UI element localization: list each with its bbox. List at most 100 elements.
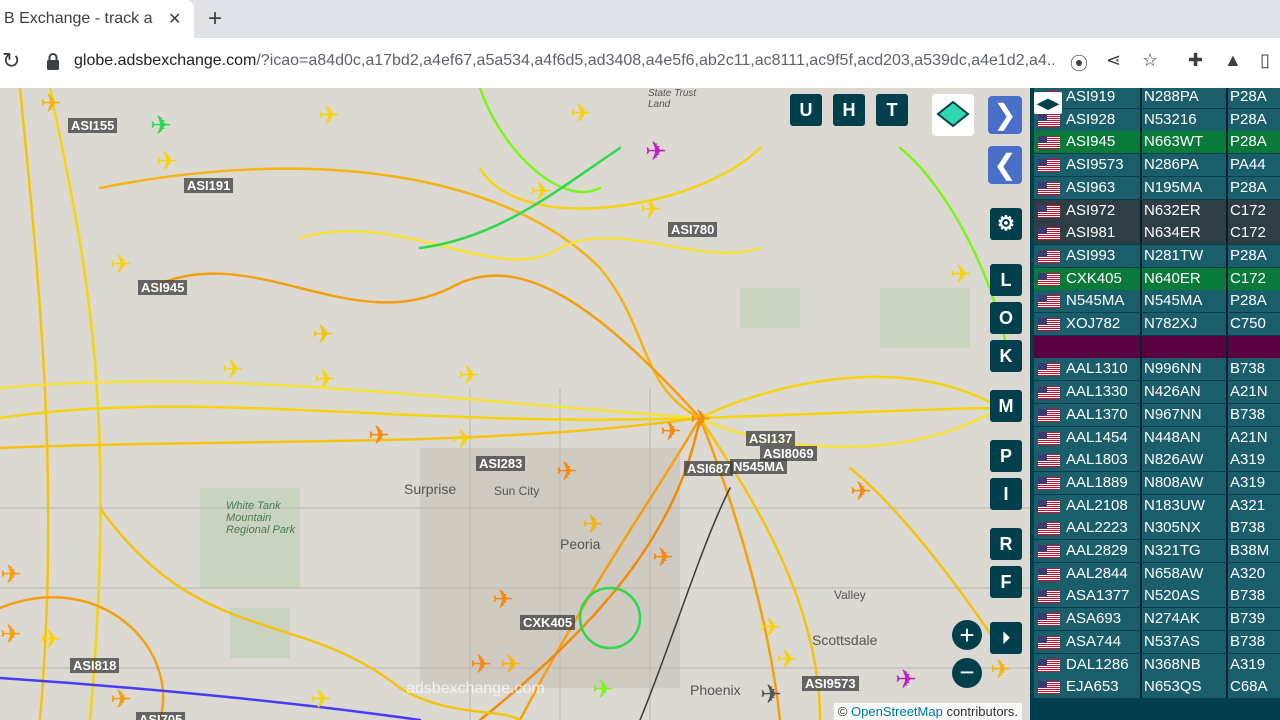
table-row[interactable]: ASI981 N634ER C172 — [1034, 222, 1280, 245]
share-icon[interactable]: ⋖ — [1106, 50, 1121, 71]
cell-type: A21N — [1230, 383, 1268, 401]
svg-text:✈: ✈ — [760, 613, 782, 643]
reload-icon[interactable]: ↻ — [2, 48, 20, 74]
table-row[interactable]: AAL1370 N967NN B738 — [1034, 403, 1280, 426]
cell-callsign: ASI972 — [1066, 201, 1116, 219]
aircraft-label[interactable]: ASI705 — [136, 712, 186, 720]
table-row[interactable]: DAL1286 N368NB A319 — [1034, 653, 1280, 676]
place-label: State Trust Land — [648, 88, 697, 110]
side-panel-icon[interactable]: ▯ — [1260, 50, 1270, 71]
table-row[interactable]: ASI9573 N286PA PA44 — [1034, 154, 1280, 177]
table-row[interactable]: ASI945 N663WT P28A — [1034, 131, 1280, 154]
button-i[interactable]: I — [990, 478, 1022, 510]
osm-link[interactable]: OpenStreetMap — [851, 704, 943, 719]
layers-button[interactable] — [932, 94, 974, 136]
button-m[interactable]: M — [990, 390, 1022, 422]
cell-reg: N274AK — [1144, 610, 1200, 628]
table-row[interactable]: AAL1330 N426AN A21N — [1034, 381, 1280, 404]
us-flag-icon — [1038, 249, 1060, 263]
table-row[interactable]: ASI972 N632ER C172 — [1034, 199, 1280, 222]
table-row[interactable]: EJA653 N653QS C68A — [1034, 676, 1280, 699]
zoom-out-button[interactable]: − — [952, 658, 982, 688]
table-row[interactable]: AAL2108 N183UW A321 — [1034, 494, 1280, 517]
table-row[interactable]: AAL2223 N305NX B738 — [1034, 517, 1280, 540]
chevron-right-icon[interactable]: ❯ — [988, 96, 1022, 134]
table-row[interactable]: AAL2829 N321TG B38M — [1034, 540, 1280, 562]
column-divider — [1140, 494, 1142, 517]
aircraft-label[interactable]: ASI283 — [476, 456, 526, 471]
lock-icon[interactable] — [44, 51, 62, 73]
address-bar[interactable]: globe.adsbexchange.com/?icao=a84d0c,a17b… — [74, 52, 1054, 70]
resize-handle-icon[interactable]: ◀▶ — [1034, 92, 1062, 114]
cell-callsign: EJA653 — [1066, 678, 1119, 696]
table-row[interactable]: AAL2844 N658AW A320 — [1034, 562, 1280, 585]
flight-map[interactable]: ✈ ✈ ✈ ✈ ✈ ✈ ✈ ✈ ✈ ✈ ✈ ✈ ✈ ✈ ✈ ✈ ✈ ✈ ✈ ✈ … — [0, 88, 1030, 720]
column-divider — [1226, 630, 1228, 653]
table-row[interactable]: CXK405 N640ER C172 — [1034, 267, 1280, 290]
button-o[interactable]: O — [990, 302, 1022, 334]
table-row[interactable]: ASA744 N537AS B738 — [1034, 630, 1280, 653]
table-row[interactable]: ASA1377 N520AS B738 — [1034, 585, 1280, 608]
table-row[interactable]: ASI993 N281TW P28A — [1034, 244, 1280, 267]
button-r[interactable]: R — [990, 528, 1022, 560]
column-divider — [1226, 403, 1228, 426]
table-row[interactable]: N545MA N545MA P28A — [1034, 290, 1280, 313]
table-row[interactable]: AAL1889 N808AW A319 — [1034, 471, 1280, 494]
button-k[interactable]: K — [990, 340, 1022, 372]
button-t[interactable]: T — [876, 94, 908, 126]
aircraft-label[interactable]: ASI9573 — [802, 676, 859, 691]
svg-text:✈: ✈ — [492, 585, 514, 615]
column-divider — [1226, 517, 1228, 540]
settings-gear-icon[interactable]: ⚙ — [990, 208, 1022, 240]
button-p[interactable]: P — [990, 440, 1022, 472]
aircraft-label[interactable]: ASI687 — [684, 461, 734, 476]
button-h[interactable]: H — [833, 94, 865, 126]
us-flag-icon — [1038, 454, 1060, 468]
button-l[interactable]: L — [990, 264, 1022, 296]
cell-type: B738 — [1230, 519, 1266, 537]
aircraft-label[interactable]: ASI137 — [746, 431, 796, 446]
table-row[interactable]: XOJ782 N782XJ C750 — [1034, 313, 1280, 335]
table-row[interactable]: AAL1454 N448AN A21N — [1034, 426, 1280, 449]
location-icon[interactable]: ⦿ — [1070, 50, 1088, 76]
chevron-left-icon[interactable]: ❮ — [988, 146, 1022, 184]
table-row[interactable]: ASA693 N274AK B739 — [1034, 608, 1280, 631]
us-flag-icon — [1038, 318, 1060, 331]
new-tab-button[interactable]: + — [208, 5, 222, 33]
aircraft-label[interactable]: ASI191 — [184, 178, 234, 193]
cell-reg: N183UW — [1144, 496, 1205, 514]
zoom-in-button[interactable]: + — [952, 620, 982, 650]
replay-icon[interactable]: ⏵ — [990, 622, 1022, 654]
table-row[interactable]: AAL1803 N826AW A319 — [1034, 449, 1280, 472]
button-u[interactable]: U — [790, 94, 822, 126]
table-row[interactable]: ASI963 N195MA P28A — [1034, 176, 1280, 199]
aircraft-label[interactable]: CXK405 — [520, 615, 576, 630]
cell-reg: N520AS — [1144, 587, 1200, 605]
cell-reg: N426AN — [1144, 383, 1201, 401]
aircraft-label[interactable]: ASI818 — [70, 658, 120, 673]
column-divider — [1140, 653, 1142, 676]
tab-close-icon[interactable]: ✕ — [168, 9, 181, 29]
column-divider — [1226, 449, 1228, 472]
labs-icon[interactable]: ▲ — [1224, 50, 1242, 71]
cell-type: B738 — [1230, 587, 1266, 605]
cell-reg: N634ER — [1144, 224, 1201, 242]
column-divider — [1226, 131, 1228, 154]
bookmark-star-icon[interactable]: ☆ — [1142, 50, 1158, 71]
extensions-icon[interactable]: ✚ — [1188, 50, 1203, 71]
aircraft-label[interactable]: ASI155 — [68, 118, 118, 133]
aircraft-label[interactable]: N545MA — [730, 459, 788, 474]
aircraft-label[interactable]: ASI945 — [138, 280, 188, 295]
column-divider — [1226, 494, 1228, 517]
table-row[interactable]: ASI919 N288PA P28A — [1034, 88, 1280, 108]
browser-tab[interactable]: B Exchange - track a ✕ — [0, 0, 194, 38]
table-row[interactable]: AAL1310 N996NN B738 — [1034, 358, 1280, 381]
cell-reg: N640ER — [1144, 269, 1201, 287]
table-row[interactable] — [1034, 335, 1280, 358]
cell-type: B738 — [1230, 632, 1266, 650]
cell-reg: N658AW — [1144, 564, 1204, 582]
button-f[interactable]: F — [990, 566, 1022, 598]
aircraft-label[interactable]: ASI780 — [668, 222, 718, 237]
svg-text:✈: ✈ — [110, 250, 132, 280]
table-row[interactable]: ASI928 N53216 P28A — [1034, 108, 1280, 131]
